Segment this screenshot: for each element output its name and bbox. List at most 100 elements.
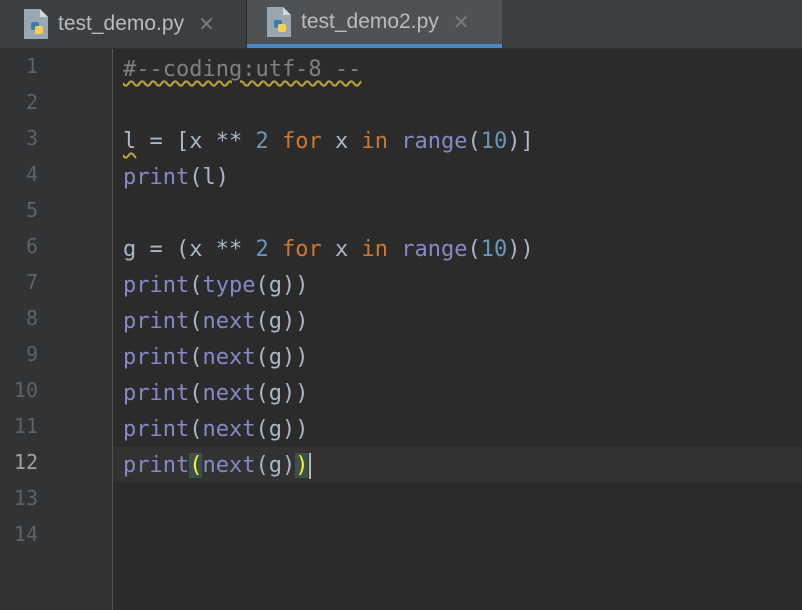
code-token: ) <box>295 381 309 406</box>
line-number: 6 <box>25 234 38 258</box>
code-token: ) <box>295 309 309 334</box>
code-token: g <box>123 237 137 262</box>
builtin-token: print <box>123 345 190 370</box>
builtin-token: range <box>401 129 468 154</box>
code-line-4[interactable]: print(l) <box>123 163 229 193</box>
code-token: ( <box>255 309 269 334</box>
code-token: g <box>268 309 282 334</box>
close-tab-icon[interactable]: ✕ <box>453 10 470 35</box>
code-token: ) <box>295 345 309 370</box>
code-line-11[interactable]: print(next(g)) <box>123 415 308 445</box>
tab-label: test_demo.py <box>58 12 185 35</box>
code-token: ) <box>281 417 296 442</box>
code-token: ( <box>255 417 269 442</box>
number-token: 2 <box>255 237 269 262</box>
code-token: ( <box>467 129 481 154</box>
builtin-token: next <box>202 345 256 370</box>
code-token: ( <box>255 273 269 298</box>
code-token: g <box>268 273 282 298</box>
code-token: ( <box>189 273 203 298</box>
code-line-6[interactable]: g = (x ** 2 for x in range(10)) <box>123 235 534 265</box>
code-line-9[interactable]: print(next(g)) <box>123 343 308 373</box>
code-line-8[interactable]: print(next(g)) <box>123 307 308 337</box>
tab-label: test_demo2.py <box>301 10 439 33</box>
keyword-token: in <box>361 237 389 262</box>
line-number: 10 <box>13 378 38 402</box>
code-token: ) <box>295 273 309 298</box>
line-number: 13 <box>13 486 38 510</box>
builtin-token: print <box>123 381 190 406</box>
code-token: g <box>268 453 282 478</box>
code-token: ] <box>520 129 534 154</box>
code-token: * <box>229 129 243 154</box>
code-token: g <box>268 417 282 442</box>
code-token: ( <box>189 381 203 406</box>
builtin-token: print <box>123 165 190 190</box>
code-line-3[interactable]: l = [x ** 2 for x in range(10)] <box>123 127 534 157</box>
line-number: 4 <box>25 162 38 186</box>
code-line-10[interactable]: print(next(g)) <box>123 379 308 409</box>
code-token: ) <box>520 237 534 262</box>
code-token: ( <box>189 165 203 190</box>
code-line-1[interactable]: #--coding:utf-8 -- <box>123 55 361 85</box>
code-token: x <box>189 129 203 154</box>
tab-test-demo[interactable]: test_demo.py ✕ <box>0 0 247 48</box>
builtin-token: next <box>202 453 256 478</box>
python-file-icon <box>265 6 293 38</box>
builtin-token: print <box>123 453 190 478</box>
code-token: ( <box>467 237 481 262</box>
code-token: ) <box>281 309 296 334</box>
line-number-gutter: 1 2 3 4 5 6 7 8 9 10 11 12 13 14 <box>0 49 113 610</box>
code-token: g <box>268 345 282 370</box>
code-token: x <box>335 237 349 262</box>
code-text: #--coding:utf-8 -- <box>123 57 362 82</box>
editor-tab-bar: test_demo.py ✕ test_demo2.py ✕ <box>0 0 802 49</box>
builtin-token: print <box>123 273 190 298</box>
keyword-token: in <box>361 129 389 154</box>
matched-brace: ( <box>189 453 203 478</box>
close-tab-icon[interactable]: ✕ <box>198 12 215 37</box>
code-token: ( <box>189 309 203 334</box>
code-token: ) <box>295 417 309 442</box>
number-token: 2 <box>255 129 269 154</box>
builtin-token: print <box>123 417 190 442</box>
code-token: = <box>149 237 163 262</box>
code-line-12[interactable]: print(next(g)) <box>123 451 312 481</box>
builtin-token: print <box>123 309 190 334</box>
code-line-7[interactable]: print(type(g)) <box>123 271 308 301</box>
keyword-token: for <box>282 237 322 262</box>
code-token: ) <box>215 165 229 190</box>
code-editor[interactable]: 1 2 3 4 5 6 7 8 9 10 11 12 13 14 #--codi… <box>0 49 802 610</box>
tab-test-demo2[interactable]: test_demo2.py ✕ <box>247 0 502 48</box>
line-number: 2 <box>25 90 38 114</box>
line-number: 7 <box>25 270 38 294</box>
code-token: ( <box>255 381 269 406</box>
code-token: l <box>123 129 137 154</box>
line-number: 11 <box>13 414 38 438</box>
code-token: ) <box>281 273 296 298</box>
code-token: ( <box>255 453 269 478</box>
code-token: ) <box>507 237 521 262</box>
code-token: [ <box>176 129 190 154</box>
code-token: * <box>215 237 229 262</box>
builtin-token: next <box>202 309 256 334</box>
code-token: ) <box>281 345 296 370</box>
code-token: x <box>189 237 203 262</box>
builtin-token: next <box>202 381 256 406</box>
builtin-token: next <box>202 417 256 442</box>
code-token: ( <box>189 345 203 370</box>
line-number-current: 12 <box>13 450 38 474</box>
